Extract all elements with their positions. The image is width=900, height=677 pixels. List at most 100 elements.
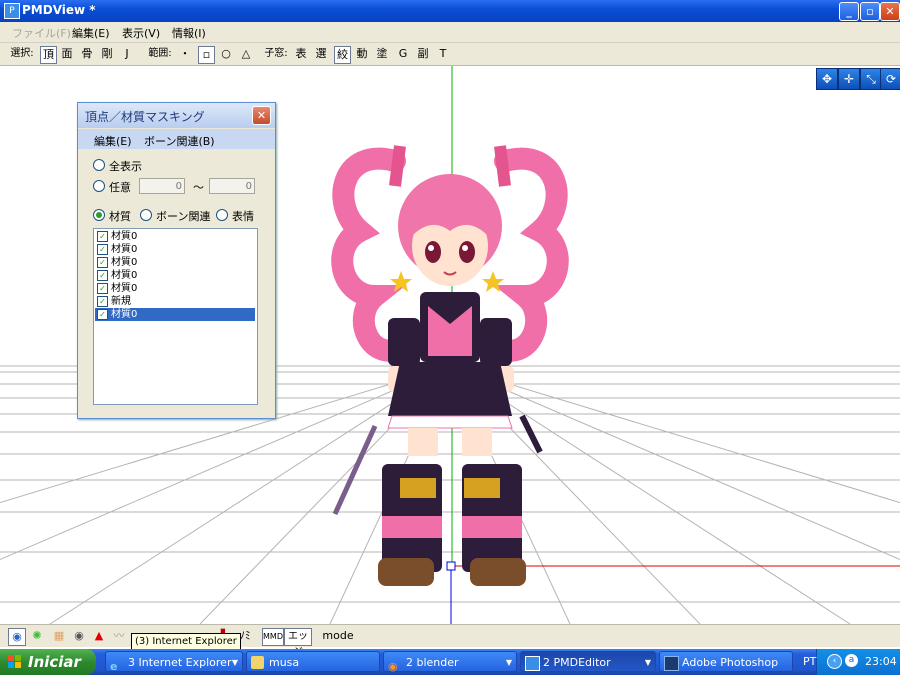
child-table-button[interactable]: 表 bbox=[294, 46, 308, 62]
close-button[interactable]: ✕ bbox=[880, 2, 900, 21]
task-blender[interactable]: ◉ 2 blender ▼ bbox=[383, 651, 517, 673]
select-vertex-button[interactable]: 頂 bbox=[40, 46, 57, 64]
zoom-view-icon[interactable]: ⤡ bbox=[860, 68, 882, 90]
system-tray: PT ‹ a 23:04 bbox=[803, 649, 900, 675]
group-arrow-icon: ▼ bbox=[505, 658, 512, 667]
masking-menu-edit[interactable]: 編集(E) bbox=[94, 133, 132, 149]
grid-icon[interactable]: ▦ bbox=[52, 628, 66, 644]
mmd-button[interactable]: MMD bbox=[262, 628, 284, 646]
menu-edit[interactable]: 編集(E) bbox=[72, 25, 110, 41]
task-internet-explorer[interactable]: e 3 Internet Explorer ▼ bbox=[105, 651, 243, 673]
folder-icon bbox=[251, 656, 264, 669]
triangle-icon[interactable]: ▲ bbox=[92, 628, 106, 644]
masking-menu-bar: 編集(E) ボーン関連(B) bbox=[78, 129, 275, 149]
pmd-icon bbox=[525, 656, 540, 671]
select-face-button[interactable]: 面 bbox=[60, 46, 74, 62]
radio-show-all[interactable] bbox=[93, 159, 105, 171]
minimize-button[interactable]: _ bbox=[839, 2, 859, 21]
edge-button[interactable]: エッジ bbox=[284, 628, 312, 658]
group-arrow-icon: ▼ bbox=[231, 658, 238, 667]
maximize-button[interactable]: ▫ bbox=[860, 2, 880, 21]
radio-bone-label: ボーン関連 bbox=[156, 210, 211, 223]
select-rigid-button[interactable]: 剛 bbox=[100, 46, 114, 62]
language-indicator[interactable]: PT bbox=[803, 655, 816, 668]
child-paint-button[interactable]: 塗 bbox=[375, 46, 389, 62]
tray-arrow-icon[interactable]: ‹ bbox=[827, 654, 842, 669]
child-select-button[interactable]: 選 bbox=[314, 46, 328, 62]
radio-arbitrary[interactable] bbox=[93, 180, 105, 192]
checkbox-icon[interactable]: ✓ bbox=[97, 270, 108, 281]
list-item[interactable]: ✓ 材質0 bbox=[95, 243, 255, 256]
mode-dropdown[interactable]: mode ▾ bbox=[318, 628, 358, 658]
child-g-button[interactable]: G bbox=[396, 46, 410, 62]
app-icon: P bbox=[4, 3, 20, 19]
range-to-field[interactable]: 0 bbox=[209, 178, 255, 194]
child-t-button[interactable]: T bbox=[436, 46, 450, 62]
record-icon[interactable]: ◉ bbox=[72, 628, 86, 644]
radio-show-all-label: 全表示 bbox=[109, 160, 142, 173]
ie-icon: e bbox=[110, 660, 118, 673]
masking-window-titlebar[interactable]: 頂点／材質マスキング ✕ bbox=[78, 103, 275, 128]
select-joint-button[interactable]: J bbox=[120, 46, 134, 62]
list-item[interactable]: ✓ 材質0 bbox=[95, 269, 255, 282]
checkbox-icon[interactable]: ✓ bbox=[97, 244, 108, 255]
select-bone-button[interactable]: 骨 bbox=[80, 46, 94, 62]
masking-window: 頂点／材質マスキング ✕ 編集(E) ボーン関連(B) 全表示 任意 0 〜 0… bbox=[77, 102, 276, 419]
list-item[interactable]: ✓ 新規 bbox=[95, 295, 255, 308]
group-arrow-icon: ▼ bbox=[644, 658, 651, 667]
masking-menu-bone[interactable]: ボーン関連(B) bbox=[144, 133, 215, 149]
list-item-selected[interactable]: ✓ 材質0 bbox=[95, 308, 255, 321]
range-point-button[interactable]: ・ bbox=[178, 46, 192, 62]
start-button[interactable]: Iniciar bbox=[0, 649, 96, 675]
wave-icon[interactable]: 〰 bbox=[112, 628, 126, 644]
select-label: 選択: bbox=[10, 48, 34, 59]
list-item[interactable]: ✓ 材質0 bbox=[95, 282, 255, 295]
menu-bar: ファイル(F) 編集(E) 表示(V) 情報(I) bbox=[0, 22, 900, 43]
clock: 23:04 bbox=[865, 655, 897, 668]
rotate-view-icon[interactable]: ⟳ bbox=[880, 68, 900, 90]
radio-expression-label: 表情 bbox=[232, 210, 254, 223]
photoshop-icon bbox=[664, 656, 679, 671]
radio-bone[interactable] bbox=[140, 209, 152, 221]
radio-material-label: 材質 bbox=[109, 210, 131, 223]
checkbox-icon[interactable]: ✓ bbox=[97, 283, 108, 294]
range-circle-button[interactable]: ○ bbox=[219, 46, 233, 62]
range-triangle-button[interactable]: △ bbox=[239, 46, 253, 62]
blender-icon: ◉ bbox=[388, 660, 398, 673]
checkbox-icon[interactable]: ✓ bbox=[97, 231, 108, 242]
masking-close-button[interactable]: ✕ bbox=[252, 106, 271, 125]
menu-info[interactable]: 情報(I) bbox=[172, 25, 206, 41]
list-item[interactable]: ✓ 材質0 bbox=[95, 230, 255, 243]
task-pmdeditor[interactable]: 2 PMDEditor ▼ bbox=[520, 651, 656, 672]
range-rect-button[interactable]: ▫ bbox=[198, 46, 215, 64]
taskbar: Iniciar e 3 Internet Explorer ▼ musa ◉ 2… bbox=[0, 649, 900, 675]
material-list[interactable]: ✓ 材質0 ✓ 材質0 ✓ 材質0 ✓ 材質0 ✓ 材質0 ✓ 新規 ✓ 材質0 bbox=[93, 228, 258, 405]
child-window-label: 子窓: bbox=[264, 48, 288, 59]
windows-flag-icon bbox=[8, 655, 21, 668]
child-sub-button[interactable]: 副 bbox=[416, 46, 430, 62]
start-label: Iniciar bbox=[28, 653, 81, 671]
tray-app-icon[interactable]: a bbox=[845, 654, 858, 667]
child-motion-button[interactable]: 動 bbox=[355, 46, 369, 62]
range-separator: 〜 bbox=[193, 181, 204, 194]
radio-material[interactable] bbox=[93, 209, 105, 221]
title-bar: P PMDView * _ ▫ ✕ bbox=[0, 0, 900, 22]
sun-icon[interactable]: ✺ bbox=[30, 628, 44, 644]
radio-expression[interactable] bbox=[216, 209, 228, 221]
checkbox-icon[interactable]: ✓ bbox=[97, 257, 108, 268]
menu-view[interactable]: 表示(V) bbox=[122, 25, 160, 41]
window-title: PMDView * bbox=[22, 3, 96, 17]
task-musa[interactable]: musa bbox=[246, 651, 380, 672]
radio-arbitrary-label: 任意 bbox=[109, 181, 131, 194]
range-from-field[interactable]: 0 bbox=[139, 178, 185, 194]
move-view-icon[interactable]: ✥ bbox=[816, 68, 838, 90]
target-icon[interactable]: ◉ bbox=[8, 628, 26, 646]
child-filter-button[interactable]: 絞 bbox=[334, 46, 351, 64]
list-item[interactable]: ✓ 材質0 bbox=[95, 256, 255, 269]
task-photoshop[interactable]: Adobe Photoshop bbox=[659, 651, 793, 672]
checkbox-icon[interactable]: ✓ bbox=[97, 309, 108, 320]
menu-file[interactable]: ファイル(F) bbox=[12, 25, 71, 41]
range-label: 範囲: bbox=[148, 48, 172, 59]
pan-view-icon[interactable]: ✛ bbox=[838, 68, 860, 90]
checkbox-icon[interactable]: ✓ bbox=[97, 296, 108, 307]
